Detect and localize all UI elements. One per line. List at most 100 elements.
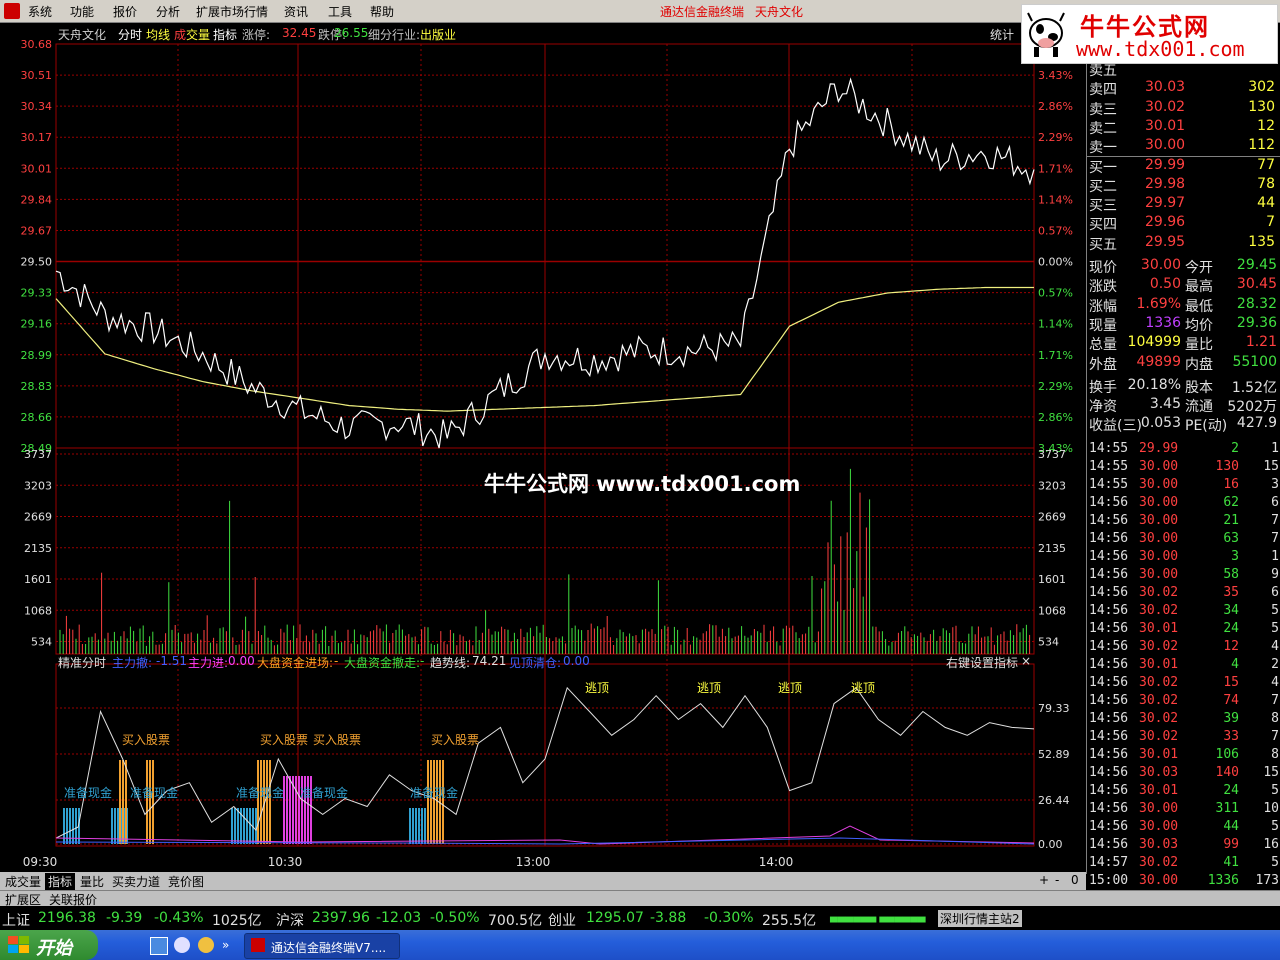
- indicator-settings[interactable]: 右键设置指标: [946, 654, 1018, 671]
- menu-tools[interactable]: 工具: [328, 3, 352, 20]
- order-book-volume: 112: [1248, 137, 1275, 154]
- tick-volume: 3: [1231, 548, 1239, 564]
- menu-analysis[interactable]: 分析: [156, 3, 180, 20]
- tab-indicator[interactable]: 指标: [45, 873, 76, 890]
- quicklaunch-ie-icon[interactable]: [174, 937, 190, 953]
- watermark: 牛牛公式网 www.tdx001.com: [484, 472, 801, 496]
- quote-value: 29.36: [1236, 314, 1277, 331]
- dpcz-label: 大盘资金撤走:: [344, 656, 421, 670]
- order-book-volume: 130: [1248, 98, 1275, 115]
- volume-tick-label: 3203: [1038, 479, 1066, 492]
- windows-taskbar: 开始 » 通达信金融终端V7....: [0, 930, 1280, 960]
- order-book-row: 卖二 30.01 12: [1087, 118, 1280, 137]
- tick-row: 14:56 30.02 33 7: [1087, 729, 1280, 747]
- volume-tick-label: 2669: [1038, 511, 1066, 524]
- taskbar-app-item[interactable]: 通达信金融终端V7....: [244, 933, 400, 959]
- tick-row: 14:56 30.00 44 5: [1087, 819, 1280, 837]
- quote-row: 现价 30.00 今开 29.45: [1087, 257, 1280, 276]
- dpcz-value: -: [420, 654, 425, 668]
- tick-row: 14:56 30.01 4 2: [1087, 657, 1280, 675]
- tab-cheng[interactable]: 成: [174, 26, 186, 43]
- menu-help[interactable]: 帮助: [370, 3, 394, 20]
- zlq-value: -1.51: [156, 654, 188, 668]
- sz-value: 2397.96: [312, 910, 370, 926]
- zoom-out-button[interactable]: -: [1052, 873, 1062, 887]
- order-book-volume: 302: [1248, 79, 1275, 96]
- menu-info[interactable]: 资讯: [284, 3, 308, 20]
- tick-row: 14:56 30.02 74 7: [1087, 693, 1280, 711]
- tick-row: 14:56 30.00 58 9: [1087, 567, 1280, 585]
- tick-count: 15: [1263, 764, 1279, 780]
- price-tick-label: 30.01: [21, 162, 53, 175]
- tab-auction[interactable]: 竞价图: [165, 873, 207, 890]
- cash-signal-label: 准备现金: [300, 785, 348, 800]
- tab-volume-ratio[interactable]: 量比: [77, 873, 107, 890]
- quote-label: 现价: [1089, 260, 1117, 276]
- fundamental-row: 换手 20.18% 股本 1.52亿: [1087, 377, 1280, 396]
- pct-tick-label: 0.57%: [1038, 224, 1073, 237]
- fundamental-value: 5202万: [1227, 399, 1277, 416]
- top-signal-label: 逃顶: [585, 681, 609, 695]
- intraday-chart[interactable]: 30.68 30.51 30.34 30.17 30.01 29.84 29.67 29.50…: [0, 24, 1086, 872]
- tick-volume: 24: [1223, 620, 1239, 636]
- order-book-label: 卖一: [1089, 140, 1117, 157]
- tick-price: 30.00: [1139, 872, 1179, 888]
- reset-button[interactable]: 0: [1068, 873, 1082, 887]
- tick-volume: 21: [1223, 512, 1239, 528]
- tab-fenshi[interactable]: 分时: [118, 26, 142, 43]
- tick-count: 1: [1271, 548, 1279, 564]
- quicklaunch-desktop-icon[interactable]: [150, 937, 168, 955]
- tick-time: 14:56: [1089, 602, 1129, 618]
- cow-logo-icon: [1027, 12, 1065, 57]
- tick-time: 14:56: [1089, 566, 1129, 582]
- tab-buy-sell-force[interactable]: 买卖力道: [109, 873, 163, 890]
- tick-volume: 311: [1215, 800, 1239, 816]
- tick-row: 14:57 30.02 41 5: [1087, 855, 1280, 873]
- quote-value: 55100: [1232, 353, 1277, 370]
- quicklaunch-app-icon[interactable]: [198, 937, 214, 953]
- start-button[interactable]: 开始: [0, 930, 98, 960]
- menu-quote[interactable]: 报价: [113, 3, 137, 20]
- quote-value: 29.45: [1236, 257, 1277, 273]
- zoom-in-button[interactable]: +: [1036, 873, 1052, 887]
- order-book-label: 买一: [1089, 159, 1117, 176]
- app-logo-icon: [4, 3, 20, 19]
- menu-extended-market[interactable]: 扩展市场行情: [196, 3, 268, 20]
- server-name[interactable]: 深圳行情主站2: [938, 910, 1022, 927]
- cash-signal-label: 准备现金: [410, 785, 458, 800]
- tick-row: 14:55 30.00 16 3: [1087, 477, 1280, 495]
- tick-price: 30.01: [1139, 782, 1179, 798]
- market-breadth-bars: ▄▄▄▄▄▄ ▄▄▄▄▄▄: [830, 912, 926, 923]
- cash-signal-label: 准备现金: [236, 785, 284, 800]
- tick-time: 14:56: [1089, 818, 1129, 834]
- tick-row: 14:56 30.02 39 8: [1087, 711, 1280, 729]
- tick-price: 30.02: [1139, 710, 1179, 726]
- tick-price: 30.02: [1139, 692, 1179, 708]
- zlj-value: 0.00: [228, 654, 255, 668]
- quicklaunch-expand-icon[interactable]: »: [222, 938, 229, 952]
- indicator-close-icon[interactable]: ×: [1021, 654, 1031, 668]
- tab-junxian[interactable]: 均线: [146, 26, 170, 43]
- tick-time: 14:56: [1089, 782, 1129, 798]
- order-book-volume: 7: [1266, 214, 1275, 231]
- tick-price: 30.00: [1139, 548, 1179, 564]
- tick-row: 14:56 30.01 106 8: [1087, 747, 1280, 765]
- tab-jiaoliang[interactable]: 交量: [186, 26, 210, 43]
- menu-system[interactable]: 系统: [28, 3, 52, 20]
- volume-tick-label: 3737: [1038, 448, 1066, 461]
- price-tick-label: 29.67: [21, 224, 53, 237]
- tick-row: 14:55 29.99 2 1: [1087, 441, 1280, 459]
- tick-volume: 62: [1223, 494, 1239, 510]
- stats-button[interactable]: 统计: [990, 26, 1014, 43]
- tab-zhibiao[interactable]: 指标: [213, 26, 237, 43]
- tick-price: 30.02: [1139, 602, 1179, 618]
- tick-time: 14:56: [1089, 548, 1129, 564]
- time-tick-label: 13:00: [516, 855, 551, 869]
- ad-banner-top[interactable]: 牛牛公式网 www.tdx001.com: [1021, 4, 1278, 64]
- tick-row: 14:55 30.00 130 15: [1087, 459, 1280, 477]
- menu-function[interactable]: 功能: [70, 3, 94, 20]
- tick-time: 14:56: [1089, 530, 1129, 546]
- volume-tick-label: 534: [1038, 636, 1059, 649]
- tab-volume[interactable]: 成交量: [2, 873, 44, 890]
- quote-label: 现量: [1089, 317, 1117, 334]
